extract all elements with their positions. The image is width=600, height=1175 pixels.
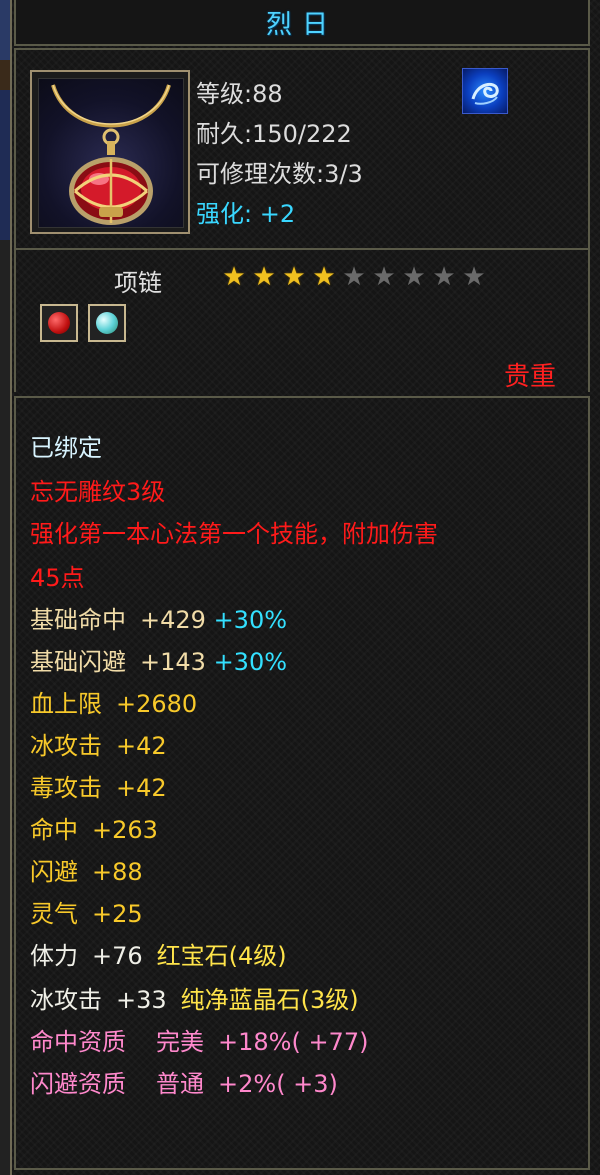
attr-value: +33 (116, 986, 167, 1014)
attr-row: 血上限 +2680 (30, 684, 197, 719)
skill-effect-line2: 45点 (30, 564, 85, 592)
attr-value: +143 (140, 648, 206, 676)
aptitude-row: 命中资质 完美 +18%( +77) (30, 1022, 368, 1057)
aptitude-extra: ( +77) (291, 1028, 369, 1056)
item-icon-frame (30, 70, 190, 234)
star-filled-icon: ★ (222, 262, 246, 292)
item-enhance: 强化: +2 (196, 200, 296, 228)
attr-value: +88 (92, 858, 143, 886)
attr-value: +42 (116, 774, 167, 802)
star-filled-icon: ★ (282, 262, 306, 292)
attr-row: 闪避 +88 (30, 852, 143, 887)
aptitude-name: 闪避资质 (30, 1070, 126, 1098)
rarity-label: 贵重 (503, 362, 556, 392)
aptitude-grade: 完美 (156, 1028, 204, 1056)
attr-name: 冰攻击 (30, 732, 102, 760)
skill-effect-line1: 强化第一本心法第一个技能，附加伤害 (30, 520, 438, 548)
engrave-text: 忘无雕纹3级 (30, 478, 166, 506)
star-empty-icon: ★ (432, 262, 456, 292)
aptitude-value: +18% (218, 1028, 292, 1056)
base-attr-row: 基础命中 +429 +30% (30, 600, 287, 635)
attr-value: +429 (140, 606, 206, 634)
star-empty-icon: ★ (462, 262, 486, 292)
attr-name: 基础闪避 (30, 648, 126, 676)
attr-value: +2680 (116, 690, 198, 718)
attr-name: 体力 (30, 942, 78, 970)
aptitude-extra: ( +3) (276, 1070, 338, 1098)
window-edge (0, 0, 12, 1175)
attr-name: 毒攻击 (30, 774, 102, 802)
aptitude-row: 闪避资质 普通 +2%( +3) (30, 1064, 338, 1099)
attr-value: +263 (92, 816, 158, 844)
attr-value: +42 (116, 732, 167, 760)
aptitude-name: 命中资质 (30, 1028, 126, 1056)
star-filled-icon: ★ (252, 262, 276, 292)
base-attr-row: 基础闪避 +143 +30% (30, 642, 287, 677)
item-level: 等级:88 (196, 80, 283, 108)
attr-bonus: +30% (213, 606, 288, 634)
bound-status: 已绑定 (30, 434, 102, 462)
item-durability: 耐久:150/222 (196, 120, 352, 148)
attr-name: 闪避 (30, 858, 78, 886)
attr-name: 血上限 (30, 690, 102, 718)
gem-slot-1[interactable] (40, 304, 78, 342)
title-bar: 烈日 (14, 0, 590, 46)
attr-value: +76 (92, 942, 143, 970)
attr-row: 命中 +263 (30, 810, 158, 845)
attr-row: 灵气 +25 (30, 894, 143, 929)
item-name: 烈日 (265, 9, 338, 40)
gem-name: 纯净蓝晶石(3级) (180, 986, 359, 1014)
attr-name: 灵气 (30, 900, 78, 928)
sapphire-gem-icon (96, 312, 118, 334)
attr-row: 冰攻击 +42 (30, 726, 167, 761)
star-filled-icon: ★ (312, 262, 336, 292)
attr-name: 基础命中 (30, 606, 126, 634)
gem-slot-2[interactable] (88, 304, 126, 342)
star-rating: ★ ★ ★ ★ ★ ★ ★ ★ ★ (220, 263, 488, 291)
attr-bonus: +30% (213, 648, 288, 676)
aptitude-value: +2% (218, 1070, 277, 1098)
attr-row: 毒攻击 +42 (30, 768, 167, 803)
ruby-gem-icon (48, 312, 70, 334)
attr-name: 冰攻击 (30, 986, 102, 1014)
star-empty-icon: ★ (402, 262, 426, 292)
attr-value: +25 (92, 900, 143, 928)
item-type: 项链 (114, 269, 162, 297)
gem-name: 红宝石(4级) (156, 942, 287, 970)
gem-attr-row: 冰攻击 +33 纯净蓝晶石(3级) (30, 980, 359, 1015)
attr-name: 命中 (30, 816, 78, 844)
item-repair-count: 可修理次数:3/3 (196, 160, 363, 188)
necklace-icon (38, 78, 184, 228)
star-empty-icon: ★ (342, 262, 366, 292)
gem-attr-row: 体力 +76 红宝石(4级) (30, 936, 287, 971)
aptitude-grade: 普通 (156, 1070, 204, 1098)
star-empty-icon: ★ (372, 262, 396, 292)
swirl-icon (462, 68, 508, 114)
